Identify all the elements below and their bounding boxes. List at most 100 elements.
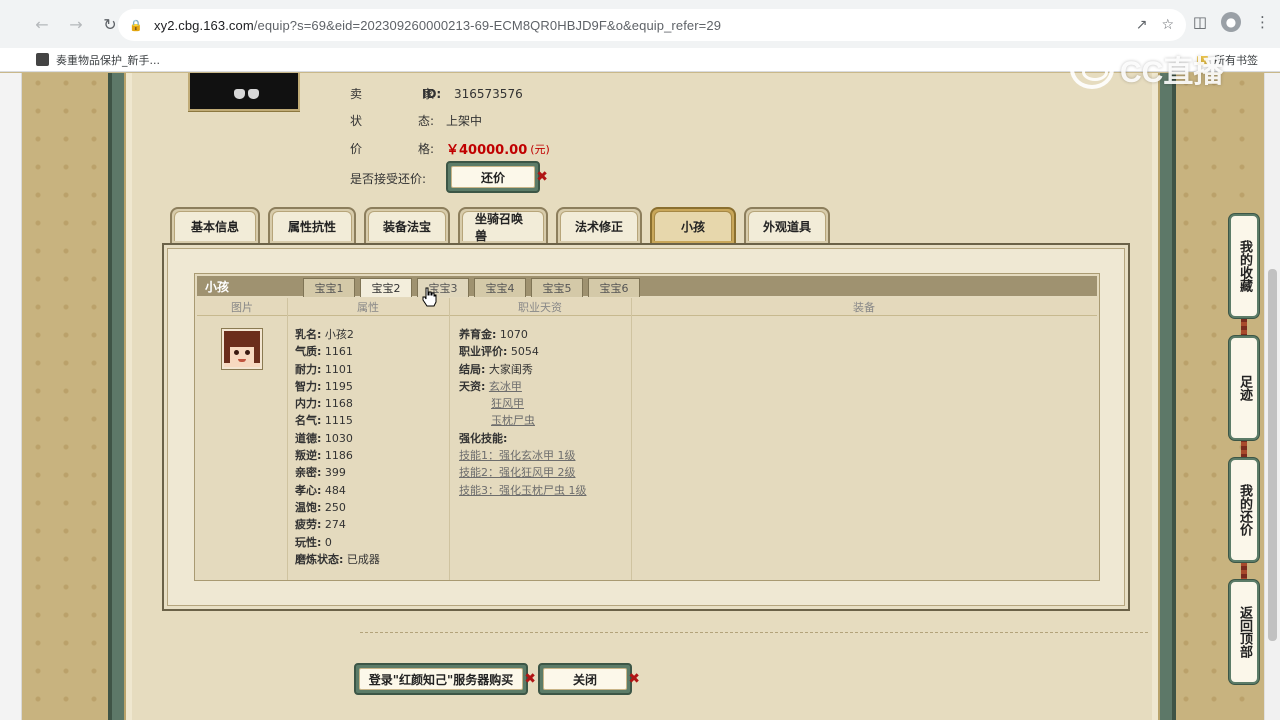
attr-label: 名气: — [295, 414, 322, 428]
profile-avatar[interactable]: ● — [1221, 12, 1241, 32]
ending-value: 大家闺秀 — [488, 362, 533, 376]
attr-row: 乳名: 小孩2 — [295, 326, 380, 343]
child-portrait — [221, 328, 263, 370]
attr-value: 484 — [324, 483, 346, 497]
share-icon[interactable]: ↗ — [1136, 17, 1148, 33]
child-face-image — [224, 331, 260, 367]
attr-value: 250 — [324, 500, 346, 514]
attr-row: 内力: 1168 — [295, 395, 380, 412]
enhance-row: 强化技能: — [459, 430, 587, 447]
tab-label: 坐骑召唤兽 — [462, 211, 544, 243]
child-table: 小孩 宝宝1 宝宝2 宝宝3 宝宝4 宝宝5 宝宝6 图片 属性 职业天资 装备 — [194, 273, 1100, 581]
attr-value: 1101 — [324, 362, 353, 376]
floating-sidebar: 我的收藏 足迹 我的还价 返回顶部 — [1229, 214, 1259, 684]
sub-tab-baby5[interactable]: 宝宝5 — [531, 277, 583, 297]
attr-value: 1161 — [324, 345, 353, 359]
url-text: xy2.cbg.163.com/equip?s=69&eid=202309260… — [154, 18, 721, 33]
skill-row: 技能2：强化狂风甲 2级 — [459, 464, 587, 481]
left-edge — [0, 73, 22, 720]
tab-attribute-resistance[interactable]: 属性抗性 — [268, 207, 356, 243]
talent-link[interactable]: 狂风甲 — [491, 397, 524, 410]
enhance-label: 强化技能: — [459, 431, 508, 445]
page-background: 卖家 ID: 316573576 状 态: 上架中 价 格: ￥40000.00 (… — [0, 73, 1280, 720]
eye-shape — [234, 350, 239, 355]
sub-tab-baby2[interactable]: 宝宝2 — [360, 277, 412, 297]
sub-tab-baby6[interactable]: 宝宝6 — [588, 277, 640, 297]
tab-appearance[interactable]: 外观道具 — [744, 207, 830, 243]
tab-basic-info[interactable]: 基本信息 — [170, 207, 260, 243]
sidebar-my-counter-offers[interactable]: 我的还价 — [1229, 458, 1259, 562]
mouth-shape — [238, 359, 246, 362]
attr-label: 乳名: — [295, 328, 322, 341]
forward-arrow-icon[interactable]: → — [64, 12, 88, 36]
child-panel-title: 小孩 — [205, 279, 230, 294]
column-header-image: 图片 — [197, 298, 287, 316]
sidepanel-icon[interactable]: ◫ — [1193, 13, 1207, 31]
rating-row: 职业评价: 5054 — [459, 343, 587, 360]
ending-label: 结局: — [459, 362, 486, 376]
tab-spell-correction[interactable]: 法术修正 — [556, 207, 642, 243]
eye-shape — [245, 350, 250, 355]
page-scrollbar[interactable] — [1264, 73, 1280, 720]
decor-x-icon: ✖ — [628, 671, 640, 687]
child-header: 小孩 宝宝1 宝宝2 宝宝3 宝宝4 宝宝5 宝宝6 — [197, 276, 1097, 297]
bookmark-favicon-icon — [36, 53, 49, 66]
skill-link[interactable]: 技能1：强化玄冰甲 1级 — [459, 449, 576, 462]
login-buy-button[interactable]: 登录"红颜知己"服务器购买 ✖ — [354, 663, 536, 695]
tab-label: 基本信息 — [174, 211, 256, 241]
skill-link[interactable]: 技能3：强化玉枕尸虫 1级 — [459, 484, 587, 497]
attr-label: 亲密: — [295, 466, 322, 480]
attr-row: 叛逆: 1186 — [295, 447, 380, 464]
status-label-char2: 态: — [417, 114, 434, 128]
lock-icon[interactable]: 🔒 — [129, 19, 143, 32]
attr-row: 名气: 1115 — [295, 412, 380, 429]
sidebar-my-favorites[interactable]: 我的收藏 — [1229, 214, 1259, 318]
attr-row: 磨炼状态: 已成器 — [295, 551, 380, 568]
hand-cursor-icon — [422, 287, 437, 307]
close-button[interactable]: 关闭 ✖ — [538, 663, 640, 695]
scrollbar-thumb[interactable] — [1268, 269, 1277, 641]
menu-kebab-icon[interactable]: ⋮ — [1255, 13, 1270, 31]
attr-label: 玩性: — [295, 535, 322, 549]
attr-value: 1168 — [324, 397, 353, 411]
talent-row: 玉枕尸虫 — [459, 412, 587, 429]
bookmark-star-icon[interactable]: ☆ — [1161, 17, 1174, 33]
bookmark-label: 奏重物品保护_新手... — [56, 53, 160, 67]
attr-value: 1030 — [324, 431, 353, 445]
tab-label: 外观道具 — [748, 211, 826, 241]
talent-link[interactable]: 玉枕尸虫 — [491, 414, 535, 427]
sub-tab-baby1[interactable]: 宝宝1 — [303, 277, 355, 297]
counter-offer-button[interactable]: 还价 ✖ — [446, 161, 548, 193]
bookmark-item[interactable]: 奏重物品保护_新手... — [36, 52, 160, 68]
counter-offer-button-label: 还价 — [451, 166, 535, 188]
attr-label: 孝心: — [295, 483, 322, 497]
price-row: 价 格: ￥40000.00 (元) — [350, 139, 550, 158]
sidebar-back-to-top[interactable]: 返回顶部 — [1229, 580, 1259, 684]
skill-link[interactable]: 技能2：强化狂风甲 2级 — [459, 466, 576, 479]
raising-label: 养育金: — [459, 328, 497, 341]
attribute-list: 乳名: 小孩2 气质: 1161 耐力: 1101 智力: 1195 内力: 1… — [295, 326, 380, 568]
status-label-char1: 状 — [350, 114, 363, 128]
sidebar-footprints[interactable]: 足迹 — [1229, 336, 1259, 440]
attr-label: 道德: — [295, 431, 322, 445]
talent-label: 天资: — [459, 379, 486, 393]
seller-label-char1: 卖 — [350, 87, 363, 101]
tab-child[interactable]: 小孩 — [650, 207, 736, 243]
sub-tab-baby4[interactable]: 宝宝4 — [474, 277, 526, 297]
url-host: xy2.cbg.163.com — [154, 17, 254, 33]
skill-row: 技能3：强化玉枕尸虫 1级 — [459, 482, 587, 499]
tab-equipment[interactable]: 装备法宝 — [364, 207, 450, 243]
attr-label: 温饱: — [295, 500, 322, 514]
back-arrow-icon[interactable]: ← — [30, 12, 54, 36]
hair-shape — [254, 341, 260, 363]
tab-mount-summon[interactable]: 坐骑召唤兽 — [458, 207, 548, 243]
tab-label: 装备法宝 — [368, 211, 446, 241]
address-bar[interactable]: 🔒 xy2.cbg.163.com/equip?s=69&eid=2023092… — [118, 9, 1186, 41]
attr-label: 智力: — [295, 379, 322, 393]
attr-row: 耐力: 1101 — [295, 361, 380, 378]
attr-row: 气质: 1161 — [295, 343, 380, 360]
seller-row: 卖家 ID: 316573576 — [350, 85, 523, 102]
tab-label: 小孩 — [654, 211, 732, 241]
talent-link[interactable]: 玄冰甲 — [489, 380, 522, 393]
attr-value: 0 — [324, 535, 332, 549]
